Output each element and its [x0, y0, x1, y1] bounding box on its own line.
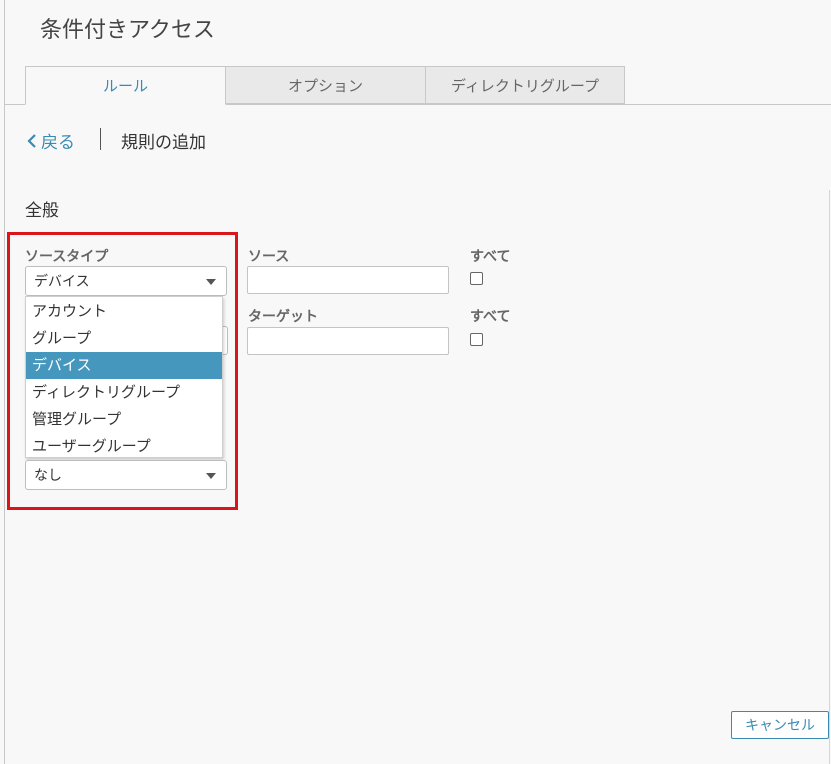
source-input[interactable]	[247, 266, 449, 294]
source-label: ソース	[248, 249, 290, 265]
breadcrumb-divider	[100, 128, 101, 150]
page-title: 条件付きアクセス	[40, 18, 215, 43]
target-all-label: すべて	[470, 309, 511, 325]
cancel-button[interactable]: キャンセル	[731, 711, 829, 739]
red-highlight-frame	[7, 232, 238, 510]
tab-options[interactable]: オプション	[225, 66, 426, 104]
tab-directory-groups[interactable]: ディレクトリグループ	[425, 66, 625, 104]
source-all-checkbox[interactable]	[470, 272, 483, 285]
source-all-label: すべて	[470, 249, 511, 265]
conditional-access-page: 条件付きアクセス ルール オプション ディレクトリグループ 戻る 規則の追加 全…	[0, 0, 831, 764]
target-all-checkbox[interactable]	[470, 333, 483, 346]
back-label: 戻る	[41, 133, 75, 153]
back-link[interactable]: 戻る	[27, 128, 75, 153]
chevron-left-icon	[27, 133, 37, 148]
breadcrumb-current: 規則の追加	[121, 133, 206, 153]
target-input[interactable]	[247, 327, 449, 355]
tab-rules[interactable]: ルール	[25, 66, 226, 105]
panel-right-border	[829, 190, 830, 764]
panel-left-border	[4, 0, 5, 764]
section-title: 全般	[25, 201, 59, 221]
target-label: ターゲット	[248, 309, 318, 325]
